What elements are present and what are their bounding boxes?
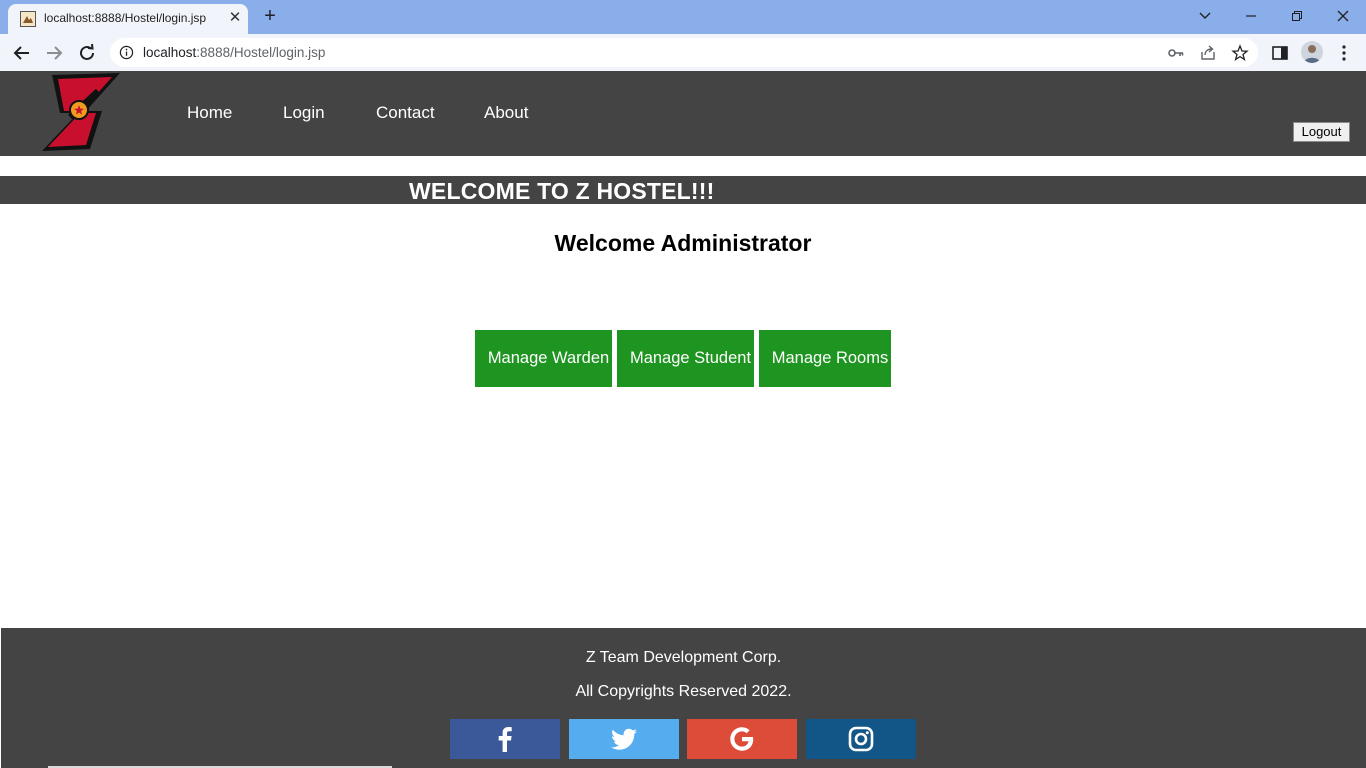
key-icon[interactable]: [1167, 44, 1185, 62]
nav-login[interactable]: Login: [283, 103, 325, 123]
profile-avatar[interactable]: [1301, 41, 1323, 63]
bookmark-star-icon[interactable]: [1231, 44, 1249, 62]
browser-tabstrip: localhost:8888/Hostel/login.jsp ✕ +: [0, 0, 1366, 34]
more-menu-icon[interactable]: [1334, 43, 1354, 63]
site-header: Home Login Contact About Logout: [0, 71, 1366, 156]
minimize-icon[interactable]: [1231, 4, 1271, 28]
footer-company: Z Team Development Corp.: [585, 649, 782, 666]
site-footer: Z Team Development Corp. All Copyrights …: [1, 628, 1366, 768]
manage-warden-button[interactable]: Manage Warden: [475, 330, 612, 387]
facebook-icon: [498, 727, 512, 752]
back-arrow-icon[interactable]: [10, 41, 34, 65]
welcome-banner-text: WELCOME TO Z HOSTEL!!!: [409, 178, 715, 204]
site-info-icon[interactable]: [119, 45, 134, 60]
restore-icon[interactable]: [1277, 4, 1317, 28]
reload-icon[interactable]: [75, 41, 99, 65]
footer-copyright: All Copyrights Reserved 2022.: [575, 683, 792, 700]
page-title: Welcome Administrator: [554, 230, 812, 256]
address-bar[interactable]: localhost:8888/Hostel/login.jsp: [110, 38, 1258, 67]
twitter-button[interactable]: [569, 719, 679, 759]
browser-tab[interactable]: localhost:8888/Hostel/login.jsp ✕: [8, 4, 248, 34]
tab-close-icon[interactable]: ✕: [226, 9, 244, 27]
nav-contact[interactable]: Contact: [376, 103, 435, 123]
side-panel-icon[interactable]: [1270, 43, 1290, 63]
google-icon: [730, 727, 754, 751]
nav-home[interactable]: Home: [187, 103, 232, 123]
new-tab-icon[interactable]: +: [258, 5, 282, 29]
nav-about[interactable]: About: [484, 103, 528, 123]
google-button[interactable]: [687, 719, 797, 759]
tab-search-icon[interactable]: [1185, 4, 1225, 28]
page-favicon-icon: [20, 11, 36, 27]
manage-student-button[interactable]: Manage Student: [617, 330, 754, 387]
z-logo-icon[interactable]: [40, 71, 122, 153]
instagram-button[interactable]: [806, 719, 916, 759]
facebook-button[interactable]: [450, 719, 560, 759]
instagram-icon: [848, 726, 874, 752]
tab-title: localhost:8888/Hostel/login.jsp: [44, 11, 207, 25]
browser-toolbar: localhost:8888/Hostel/login.jsp: [0, 34, 1366, 71]
twitter-icon: [611, 728, 637, 750]
share-icon[interactable]: [1199, 44, 1217, 62]
manage-rooms-button[interactable]: Manage Rooms: [759, 330, 891, 387]
welcome-banner: WELCOME TO Z HOSTEL!!!: [0, 176, 1366, 204]
address-url[interactable]: localhost:8888/Hostel/login.jsp: [143, 45, 325, 60]
close-window-icon[interactable]: [1323, 4, 1363, 28]
logout-button[interactable]: Logout: [1293, 122, 1350, 142]
forward-arrow-icon[interactable]: [42, 41, 66, 65]
